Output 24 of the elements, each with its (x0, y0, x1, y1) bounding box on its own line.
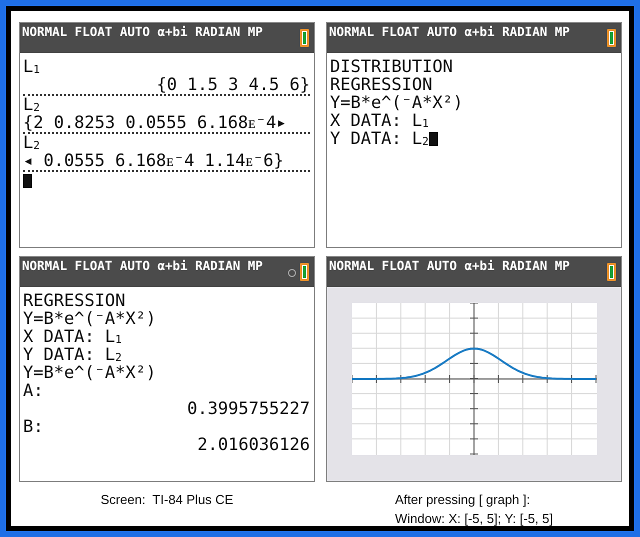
screen-text: REGRESSION (23, 292, 126, 310)
status-text: NORMAL FLOAT AUTO α+bi RADIAN MP (22, 259, 264, 273)
screen-text: 2.016036126 (197, 436, 310, 454)
battery-icon (607, 29, 616, 47)
status-text: NORMAL FLOAT AUTO α+bi RADIAN MP (329, 259, 571, 273)
screen-text: 0.3995755227 (187, 400, 310, 418)
screen-text: ◂ 0.0555 6.168ᴇ⁻4 1.14ᴇ⁻6} (23, 152, 284, 170)
caption-text: Window: X: [-5, 5]; Y: [-5, 5] (395, 510, 553, 528)
screen-text: {2 0.8253 0.0555 6.168ᴇ⁻4▸ (23, 114, 286, 132)
screen-text: Y=B*e^(⁻A*X²) (23, 364, 156, 382)
screen-text: A: (23, 382, 44, 400)
screen-text: DISTRIBUTION (330, 58, 453, 76)
screen-text: REGRESSION (330, 76, 432, 94)
battery-icon (300, 29, 309, 47)
screen-text: {0 1.5 3 4.5 6} (156, 76, 310, 94)
caption-text: Screen: TI-84 Plus CE (100, 491, 234, 509)
status-text: NORMAL FLOAT AUTO α+bi RADIAN MP (22, 25, 264, 39)
caption-text: After pressing [ graph ]: (395, 491, 532, 509)
screen-text: Y=B*e^(⁻A*X²) (23, 310, 156, 328)
status-text: NORMAL FLOAT AUTO α+bi RADIAN MP (329, 25, 571, 39)
battery-icon (607, 263, 616, 281)
screen-text: Y=B*e^(⁻A*X²) (330, 94, 464, 112)
battery-icon (300, 263, 309, 281)
screen-text: B: (23, 418, 44, 436)
